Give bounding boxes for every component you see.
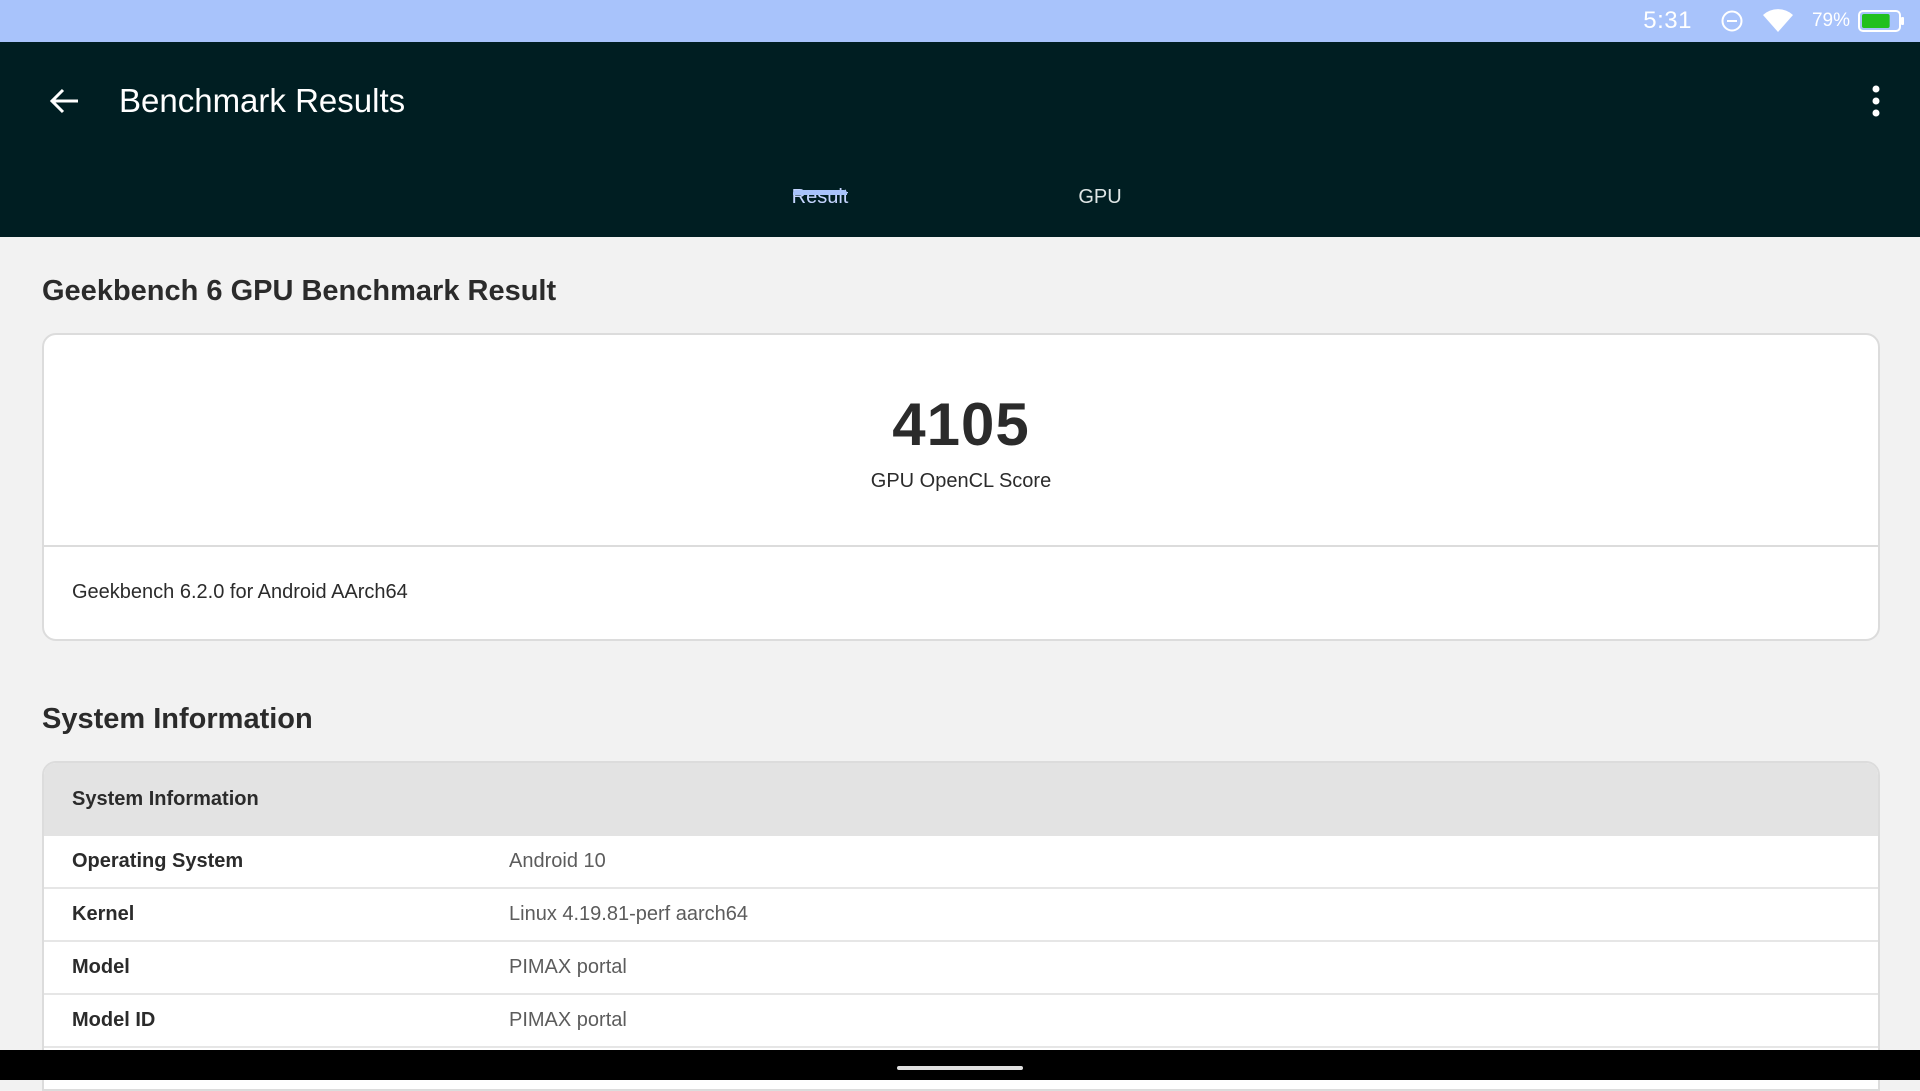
do-not-disturb-icon xyxy=(1720,9,1744,33)
app-bar: Benchmark Results Result GPU xyxy=(0,42,1920,237)
row-value: PIMAX portal xyxy=(509,956,627,978)
wifi-icon xyxy=(1762,8,1794,34)
score-panel: 4105 GPU OpenCL Score xyxy=(44,335,1878,547)
row-value: PIMAX portal xyxy=(509,1009,627,1031)
row-value: Linux 4.19.81-perf aarch64 xyxy=(509,903,749,925)
status-bar: 5:31 79% xyxy=(0,0,1920,42)
system-info-table: System Information Operating System Andr… xyxy=(42,761,1880,1091)
row-key: Operating System xyxy=(72,850,244,872)
table-row: Operating System Android 10 xyxy=(44,836,1878,889)
page-title: Benchmark Results xyxy=(119,82,406,119)
score-label: GPU OpenCL Score xyxy=(870,470,1052,492)
navigation-bar xyxy=(0,1050,1920,1080)
score-value: 4105 xyxy=(892,391,1030,458)
score-card: 4105 GPU OpenCL Score Geekbench 6.2.0 fo… xyxy=(42,333,1880,641)
home-handle[interactable] xyxy=(897,1066,1023,1070)
more-vert-icon xyxy=(1872,85,1880,117)
battery-icon xyxy=(1858,9,1906,33)
overflow-menu-button[interactable] xyxy=(1854,76,1898,126)
row-value: Android 10 xyxy=(509,850,606,872)
system-info-heading: System Information xyxy=(42,703,313,735)
table-header: System Information xyxy=(44,763,1878,836)
table-row: Model PIMAX portal xyxy=(44,942,1878,995)
row-key: Model ID xyxy=(72,1009,156,1031)
row-key: Model xyxy=(72,956,130,978)
tab-indicator xyxy=(793,190,847,195)
arrow-back-icon xyxy=(49,88,78,114)
result-heading: Geekbench 6 GPU Benchmark Result xyxy=(42,275,557,307)
row-key: Kernel xyxy=(72,903,135,925)
table-row: Model ID PIMAX portal xyxy=(44,995,1878,1048)
back-button[interactable] xyxy=(40,76,90,126)
status-time: 5:31 xyxy=(1643,7,1692,34)
battery-percent: 79% xyxy=(1811,10,1850,31)
tab-gpu[interactable]: GPU xyxy=(1040,172,1160,237)
table-row: Kernel Linux 4.19.81-perf aarch64 xyxy=(44,889,1878,942)
version-text: Geekbench 6.2.0 for Android AArch64 xyxy=(72,581,408,603)
tab-result[interactable]: Result xyxy=(760,172,880,237)
tab-bar: Result GPU xyxy=(0,172,1920,237)
